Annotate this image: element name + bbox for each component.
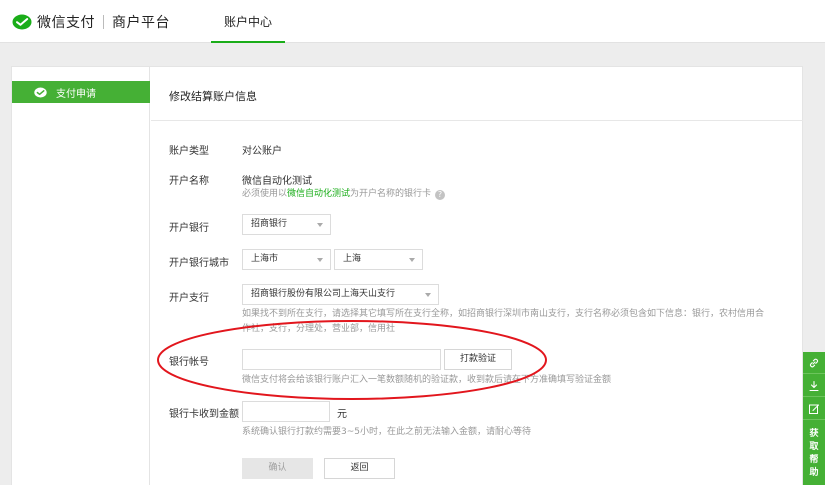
link-button[interactable] — [803, 352, 825, 374]
branch-label: 开户支行 — [169, 293, 209, 304]
received-amount-hint: 系统确认银行打款约需要3~5小时，在此之前无法输入金额，请耐心等待 — [242, 427, 531, 437]
amount-unit: 元 — [337, 409, 347, 420]
help-panel: 获取帮助 — [803, 352, 825, 485]
wechat-pay-logo-icon — [12, 14, 32, 30]
account-number-label: 银行帐号 — [169, 357, 209, 368]
hint-prefix: 必须使用以 — [242, 189, 288, 199]
download-icon — [809, 380, 819, 391]
get-help-label: 获取帮助 — [809, 429, 819, 478]
received-amount-label: 银行卡收到金额 — [169, 409, 239, 420]
account-number-hint: 微信支付将会给该银行账户汇入一笔数额随机的验证款，收到款后请在下方准确填写验证金… — [242, 375, 612, 385]
branch-hint-line2: 作社，支行，分理处，营业部，信用社 — [242, 324, 396, 334]
chevron-down-icon — [425, 293, 431, 297]
city-select-value: 上海 — [343, 254, 362, 264]
account-name-label: 开户名称 — [169, 176, 209, 187]
account-number-input[interactable] — [242, 349, 441, 370]
city-select[interactable]: 上海 — [334, 249, 423, 270]
bank-select-value: 招商银行 — [251, 219, 288, 229]
brand-name: 微信支付 — [37, 15, 95, 31]
page-title: 修改结算账户信息 — [169, 90, 257, 103]
wechat-pay-icon — [34, 87, 47, 97]
brand-divider — [103, 15, 104, 29]
top-bar: 微信支付 商户平台 账户中心 — [0, 0, 825, 43]
province-select-value: 上海市 — [251, 254, 279, 264]
main-card: 支付申请 修改结算账户信息 账户类型 对公账户 开户名称 微信自动化测试 必须使… — [11, 66, 803, 485]
chevron-down-icon — [317, 258, 323, 262]
get-help-button[interactable]: 获取帮助 — [803, 428, 825, 480]
chevron-down-icon — [409, 258, 415, 262]
link-icon — [809, 358, 819, 367]
bank-select[interactable]: 招商银行 — [242, 214, 331, 235]
province-select[interactable]: 上海市 — [242, 249, 331, 270]
bank-label: 开户银行 — [169, 223, 209, 234]
sidebar-item-payment-apply[interactable]: 支付申请 — [12, 81, 150, 103]
branch-select-value: 招商银行股份有限公司上海天山支行 — [251, 289, 396, 299]
account-type-label: 账户类型 — [169, 146, 209, 157]
content-area: 修改结算账户信息 账户类型 对公账户 开户名称 微信自动化测试 必须使用以微信自… — [151, 67, 803, 485]
edit-icon — [809, 403, 820, 414]
account-name-value: 微信自动化测试 — [242, 176, 312, 187]
verify-transfer-button[interactable]: 打款验证 — [444, 349, 512, 370]
hint-highlight: 微信自动化测试 — [287, 189, 351, 199]
hint-suffix: 为开户名称的银行卡 — [350, 189, 432, 199]
account-name-hint: 必须使用以微信自动化测试为开户名称的银行卡? — [242, 187, 446, 202]
download-button[interactable] — [803, 375, 825, 397]
confirm-button[interactable]: 确认 — [242, 458, 313, 479]
branch-select[interactable]: 招商银行股份有限公司上海天山支行 — [242, 284, 439, 305]
bank-city-label: 开户银行城市 — [169, 258, 229, 269]
received-amount-input[interactable] — [242, 401, 330, 422]
sidebar-item-label: 支付申请 — [56, 88, 96, 100]
chevron-down-icon — [317, 223, 323, 227]
account-type-value: 对公账户 — [242, 146, 282, 157]
back-button[interactable]: 返回 — [324, 458, 395, 479]
tab-account-center[interactable]: 账户中心 — [211, 0, 285, 43]
edit-button[interactable] — [803, 398, 825, 420]
question-icon[interactable]: ? — [435, 190, 446, 200]
brand-logo[interactable]: 微信支付 商户平台 — [12, 12, 170, 32]
branch-hint-line1: 如果找不到所在支行，请选择其它填写所在支行全称，如招商银行深圳市南山支行，支行名… — [242, 309, 765, 319]
sidebar: 支付申请 — [12, 67, 150, 485]
platform-name: 商户平台 — [112, 15, 170, 31]
title-divider — [151, 120, 803, 121]
